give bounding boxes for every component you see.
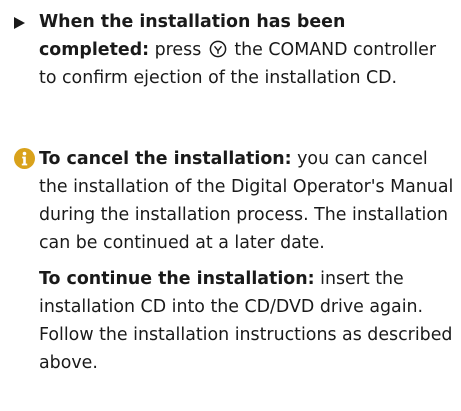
continue-installation-paragraph: To continue the installation: insert the… [39,265,454,377]
cancel-lead: To cancel the installation: [39,149,292,169]
comand-controller-press-icon [209,40,227,58]
step-triangle-icon [14,17,25,29]
manual-page: When the installation has been completed… [0,0,461,411]
instruction-step: When the installation has been completed… [14,8,454,92]
continue-lead: To continue the installation: [39,269,315,289]
step-text: When the installation has been completed… [39,8,454,92]
info-note: To cancel the installation: you can canc… [14,145,454,377]
info-icon [14,148,35,169]
cancel-installation-paragraph: To cancel the installation: you can canc… [39,145,454,257]
step-text-before-icon: press [154,40,202,60]
